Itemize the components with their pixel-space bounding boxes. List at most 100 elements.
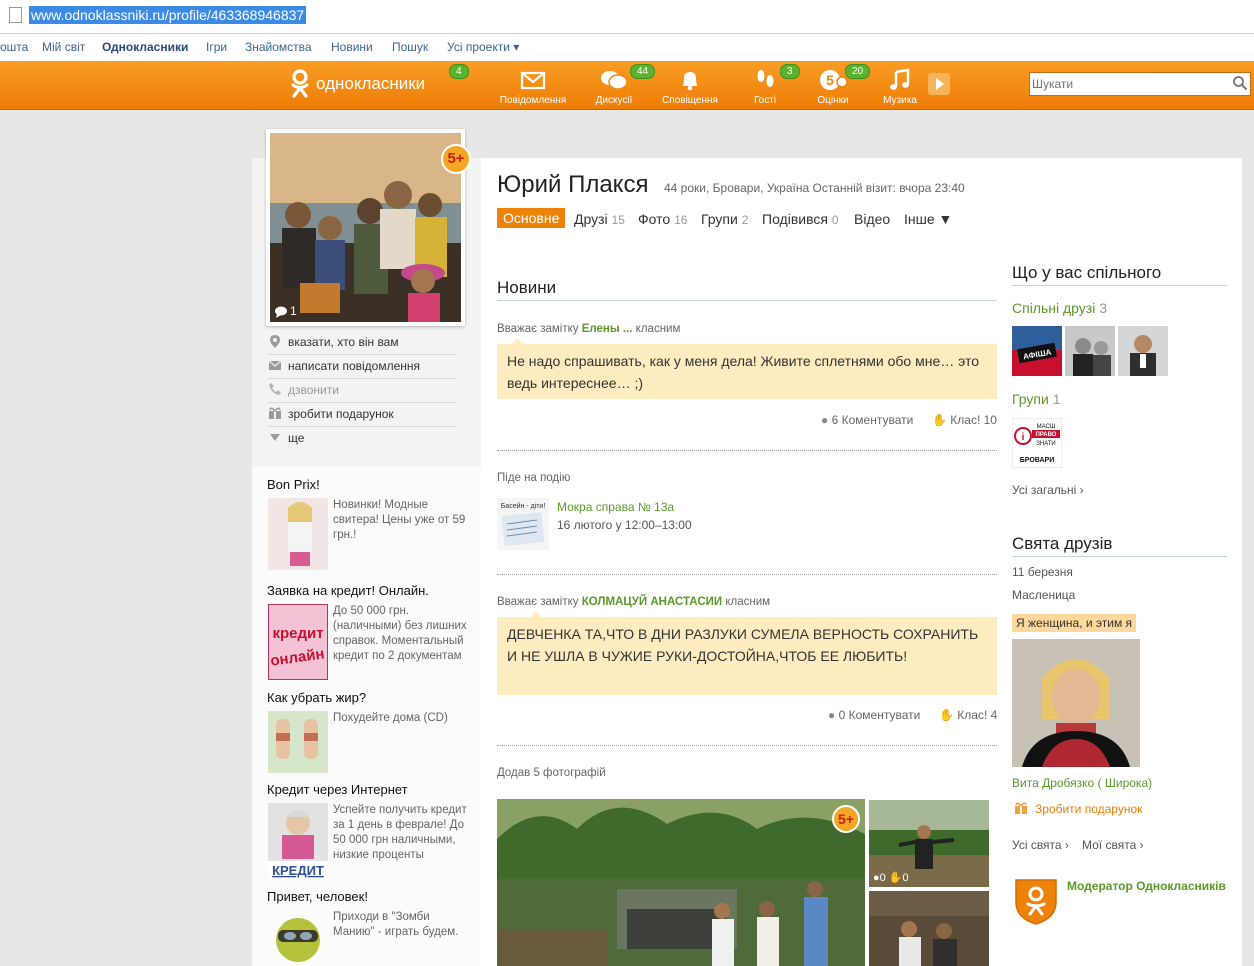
photo-main[interactable]: 5+ [497, 799, 865, 966]
event-title-link[interactable]: Мокра справа № 13а [557, 500, 674, 514]
tab-count: 0 [831, 213, 839, 227]
tab-groups[interactable]: Групи 2 [701, 211, 748, 227]
action-label: ще [288, 431, 305, 445]
holiday-friend-name[interactable]: Вита Дробязко ( Широка) [1012, 776, 1152, 790]
toolbar-messages[interactable]: Повідомлення [493, 67, 573, 106]
nav-my-world[interactable]: Мій світ [42, 40, 85, 54]
event-thumbnail[interactable]: Басейн - діти! [497, 498, 549, 550]
action-more[interactable]: ще [268, 426, 457, 450]
event-thumbnail-text: Басейн - діти! [501, 502, 546, 510]
pin-icon [270, 335, 280, 348]
ad-title-lose-fat[interactable]: Как убрать жир? [267, 690, 366, 705]
ad-title-bonprix[interactable]: Bon Prix! [267, 477, 320, 492]
ad-image-credit-online[interactable]: кредит онлайн [268, 604, 328, 680]
avatar-comment-count: 1 [290, 304, 297, 318]
photo-rating-badge[interactable]: 5+ [832, 805, 860, 833]
my-holidays-link[interactable]: Мої свята › [1082, 838, 1144, 852]
feed-author-link[interactable]: КОЛМАЦУЙ АНАСТАСИИ [582, 596, 722, 608]
nav-games[interactable]: Ігри [206, 40, 227, 54]
tab-count: 2 [741, 213, 749, 227]
holiday-friend-photo[interactable] [1012, 639, 1140, 767]
ad-title-credit-online[interactable]: Заявка на кредит! Онлайн. [267, 583, 429, 598]
thumb-up-icon: ✋ [931, 413, 947, 427]
all-common-link[interactable]: Усі загальні › [1012, 483, 1084, 497]
envelope-icon [268, 360, 282, 370]
group-logo-line: ЗНАТИ [1036, 441, 1055, 447]
common-friend-avatar[interactable] [1118, 326, 1168, 376]
tab-main[interactable]: Основне [497, 208, 566, 228]
ad-image-lose-fat[interactable] [268, 711, 328, 773]
feed-item3-note[interactable]: ДЕВЧЕНКА ТА,ЧТО В ДНИ РАЗЛУКИ СУМЕЛА ВЕР… [497, 617, 997, 695]
rating-badge[interactable]: 5+ [441, 144, 471, 174]
tab-label: Подівився [762, 211, 828, 227]
tab-video[interactable]: Відео [854, 211, 890, 227]
feed-separator [497, 574, 997, 575]
moderator-link[interactable]: Модератор Однокласників [1067, 879, 1226, 893]
projects-nav: ошта Мій світ Однокласники Ігри Знайомст… [0, 34, 1254, 61]
common-friends-link[interactable]: Спільні друзі 3 [1012, 300, 1107, 316]
search-box[interactable] [1029, 72, 1251, 96]
music-note-icon [890, 68, 910, 90]
avatar-card[interactable]: 5+ 1 [266, 129, 471, 326]
ad-image-bonprix[interactable] [268, 498, 328, 570]
play-icon[interactable] [927, 72, 951, 96]
toolbar-discussions-label: Дискусії [595, 95, 633, 106]
action-specify-relation[interactable]: вказати, хто він вам [268, 330, 457, 355]
tab-photos[interactable]: Фото 16 [638, 211, 687, 227]
feed-item1-note[interactable]: Не надо спрашивать, как у меня дела! Жив… [497, 344, 997, 399]
all-holidays-link[interactable]: Усі свята › [1012, 838, 1069, 852]
search-icon[interactable] [1232, 75, 1248, 91]
nav-all-projects[interactable]: Усі проекти ▾ [447, 40, 519, 54]
toolbar-notifications[interactable]: Сповіщення [650, 67, 730, 106]
photo-small-1[interactable]: ●0 ✋0 [869, 800, 989, 887]
address-bar[interactable]: www.odnoklassniki.ru/profile/46336894683… [0, 0, 1254, 34]
nav-news[interactable]: Новини [331, 40, 373, 54]
url-text[interactable]: www.odnoklassniki.ru/profile/46336894683… [29, 6, 307, 24]
common-groups-link[interactable]: Групи 1 [1012, 391, 1061, 407]
feed-item1-likes[interactable]: Клас! 10 [950, 413, 997, 427]
ad-image-zombie[interactable] [268, 910, 328, 966]
tab-friends[interactable]: Друзі 15 [574, 211, 625, 227]
action-label: дзвонити [288, 383, 339, 397]
toolbar-messages-label: Повідомлення [499, 95, 567, 106]
nav-odnoklassniki[interactable]: Однокласники [102, 40, 188, 54]
holidays-title-underline [1012, 556, 1227, 557]
nav-mail[interactable]: ошта [0, 40, 28, 54]
holidays-title: Свята друзів [1012, 534, 1113, 553]
feed-item3-comments[interactable]: 0 Коментувати [839, 708, 921, 722]
profile-name: Юрий Плакся [497, 171, 649, 198]
photo-small-2[interactable] [869, 891, 989, 966]
tab-count: 16 [674, 213, 688, 227]
nav-dating[interactable]: Знайомства [245, 40, 312, 54]
feed-item1-label: Вважає замітку Елены ... класним [497, 323, 680, 335]
action-write-message[interactable]: написати повідомлення [268, 354, 457, 379]
ad-image-internet-credit[interactable]: КРЕДИТ [268, 803, 328, 879]
feed-author-link[interactable]: Елены ... [582, 323, 633, 335]
group-logo[interactable]: i МАСШ ПРАВО ЗНАТИ БРОВАРИ [1012, 418, 1062, 468]
feed-item3-likes[interactable]: Клас! 4 [957, 708, 997, 722]
photo-small-comments: 0 [879, 872, 886, 884]
avatar-photo[interactable] [270, 133, 461, 322]
ad-text-internet-credit: Успейте получить кредит за 1 день в февр… [333, 804, 467, 861]
rating-5-icon: 5 [820, 70, 848, 90]
action-give-gift[interactable]: зробити подарунок [268, 402, 457, 427]
ok-logo-icon[interactable] [289, 69, 311, 99]
give-gift-link[interactable]: Зробити подарунок [1035, 802, 1142, 816]
logo-text[interactable]: однокласники [316, 74, 425, 94]
common-friend-avatar[interactable]: АФІША [1012, 326, 1062, 376]
toolbar-music-label: Музика [883, 95, 917, 106]
search-input[interactable] [1032, 74, 1222, 94]
common-friend-avatar[interactable] [1065, 326, 1115, 376]
svg-text:5: 5 [826, 72, 834, 88]
action-call[interactable]: дзвонити [268, 378, 457, 403]
nav-search[interactable]: Пошук [392, 40, 428, 54]
feed-item1-comments[interactable]: 6 Коментувати [832, 413, 914, 427]
tab-viewed[interactable]: Подівився 0 [762, 211, 839, 227]
ad-title-zombie[interactable]: Привет, человек! [267, 889, 368, 904]
common-friends-label: Спільні друзі [1012, 300, 1096, 316]
tab-label: Фото [638, 211, 671, 227]
common-title-underline [1012, 285, 1227, 286]
bell-icon [683, 72, 697, 91]
ad-title-internet-credit[interactable]: Кредит через Интернет [267, 782, 408, 797]
tab-more[interactable]: Інше ▼ [904, 211, 952, 227]
